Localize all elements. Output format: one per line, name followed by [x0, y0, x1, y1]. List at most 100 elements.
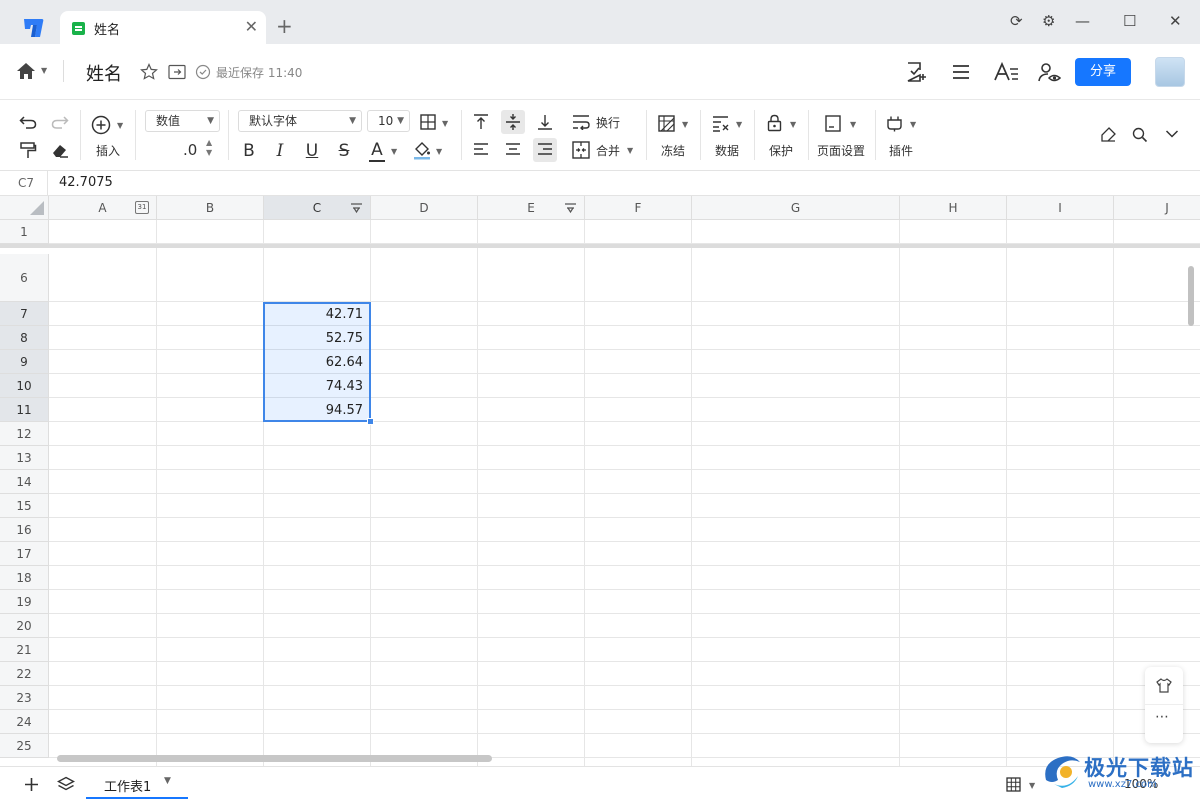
- freeze-icon[interactable]: [658, 115, 675, 132]
- cell-c7[interactable]: 42.71: [266, 307, 363, 322]
- column-header-j[interactable]: J: [1114, 196, 1200, 220]
- align-center-icon[interactable]: [505, 142, 521, 156]
- column-header-i[interactable]: I: [1007, 196, 1114, 220]
- text-format-icon[interactable]: [993, 61, 1019, 83]
- row-header-22[interactable]: 22: [0, 662, 49, 686]
- merge-label[interactable]: 合并: [596, 142, 620, 159]
- align-left-icon[interactable]: [473, 142, 489, 156]
- row-header-9[interactable]: 9: [0, 350, 49, 374]
- page-setup-label[interactable]: 页面设置: [817, 142, 865, 159]
- row-header-11[interactable]: 11: [0, 398, 49, 422]
- row-header-23[interactable]: 23: [0, 686, 49, 710]
- row-header-13[interactable]: 13: [0, 446, 49, 470]
- font-color-button[interactable]: A: [369, 140, 385, 162]
- cell-c11[interactable]: 94.57: [266, 403, 363, 418]
- column-header-b[interactable]: B: [157, 196, 264, 220]
- select-all-corner[interactable]: [0, 196, 49, 220]
- cell-c9[interactable]: 62.64: [266, 355, 363, 370]
- merge-caret-icon[interactable]: ▼: [627, 146, 633, 155]
- chevron-down-icon[interactable]: ▼: [164, 776, 171, 786]
- column-header-c[interactable]: C: [264, 196, 371, 220]
- view-caret-icon[interactable]: ▼: [1029, 781, 1035, 790]
- column-header-d[interactable]: D: [371, 196, 478, 220]
- protect-label[interactable]: 保护: [769, 142, 793, 159]
- row-header-12[interactable]: 12: [0, 422, 49, 446]
- shirt-icon[interactable]: [1156, 678, 1172, 693]
- align-right-icon[interactable]: [537, 142, 553, 156]
- row-header-8[interactable]: 8: [0, 326, 49, 350]
- bold-button[interactable]: B: [242, 141, 256, 161]
- star-icon[interactable]: [140, 63, 158, 81]
- row-header-17[interactable]: 17: [0, 542, 49, 566]
- align-bottom-icon[interactable]: [537, 113, 553, 131]
- decimal-places-label[interactable]: .0: [183, 141, 197, 159]
- maximize-button[interactable]: ☐: [1123, 12, 1136, 30]
- home-dropdown-caret-icon[interactable]: ▼: [41, 66, 47, 75]
- row-header-10[interactable]: 10: [0, 374, 49, 398]
- italic-button[interactable]: I: [273, 141, 287, 161]
- font-size-select[interactable]: 10 ▼: [367, 110, 410, 132]
- move-to-folder-icon[interactable]: [168, 64, 186, 80]
- document-tab[interactable]: 姓名 ✕: [60, 11, 266, 44]
- protect-caret-icon[interactable]: ▼: [790, 120, 796, 129]
- align-top-icon[interactable]: [473, 113, 489, 131]
- formula-input[interactable]: 42.7075: [59, 175, 113, 190]
- app-logo-icon[interactable]: [22, 16, 46, 40]
- tab-close-button[interactable]: ✕: [245, 17, 258, 36]
- insert-caret-icon[interactable]: ▼: [117, 121, 123, 130]
- insert-label[interactable]: 插入: [96, 142, 120, 159]
- search-icon[interactable]: [1132, 127, 1148, 143]
- row-header-21[interactable]: 21: [0, 638, 49, 662]
- fill-handle[interactable]: [367, 418, 374, 425]
- settings-icon[interactable]: ⚙: [1042, 12, 1055, 30]
- chevron-down-icon[interactable]: [1165, 129, 1179, 139]
- cell-c10[interactable]: 74.43: [266, 379, 363, 394]
- font-color-caret-icon[interactable]: ▼: [391, 147, 397, 156]
- document-title[interactable]: 姓名: [86, 60, 122, 86]
- add-sheet-icon[interactable]: [24, 777, 39, 792]
- font-family-select[interactable]: 默认字体 ▼: [238, 110, 362, 132]
- row-header-1[interactable]: 1: [0, 220, 49, 244]
- date-filter-calendar-icon[interactable]: 31: [135, 201, 149, 214]
- row-header-25[interactable]: 25: [0, 734, 49, 758]
- wrap-text-label[interactable]: 换行: [596, 114, 620, 131]
- fill-color-caret-icon[interactable]: ▼: [436, 147, 442, 156]
- row-header-19[interactable]: 19: [0, 590, 49, 614]
- plugin-caret-icon[interactable]: ▼: [910, 120, 916, 129]
- spreadsheet-grid[interactable]: A 31 B C D E F G H I J 1 6 7 8 9 10 11 1…: [0, 196, 1200, 766]
- more-options-icon[interactable]: ⋯: [1155, 709, 1170, 725]
- row-header-7[interactable]: 7: [0, 302, 49, 326]
- row-header-16[interactable]: 16: [0, 518, 49, 542]
- data-icon[interactable]: [712, 115, 730, 132]
- border-caret-icon[interactable]: ▼: [442, 119, 448, 128]
- fill-color-icon[interactable]: [413, 140, 431, 160]
- home-icon[interactable]: [16, 62, 36, 80]
- sync-icon[interactable]: ⟳: [1010, 12, 1023, 30]
- data-label[interactable]: 数据: [715, 142, 739, 159]
- brush-icon[interactable]: [1100, 127, 1116, 143]
- wrap-text-icon[interactable]: [572, 114, 590, 130]
- redo-icon[interactable]: [51, 114, 69, 130]
- sheet-list-icon[interactable]: [57, 776, 75, 793]
- undo-icon[interactable]: [19, 114, 37, 130]
- column-header-e[interactable]: E: [478, 196, 585, 220]
- cell-c8[interactable]: 52.75: [266, 331, 363, 346]
- row-header-20[interactable]: 20: [0, 614, 49, 638]
- menu-icon[interactable]: [951, 63, 971, 81]
- number-format-select[interactable]: 数值 ▼: [145, 110, 220, 132]
- filter-icon[interactable]: [564, 202, 577, 214]
- strikethrough-button[interactable]: S: [337, 141, 351, 161]
- avatar[interactable]: [1155, 57, 1185, 87]
- horizontal-scrollbar[interactable]: [57, 755, 492, 762]
- row-header-24[interactable]: 24: [0, 710, 49, 734]
- share-button[interactable]: 分享: [1075, 58, 1131, 86]
- plugin-label[interactable]: 插件: [889, 142, 913, 159]
- grid-view-icon[interactable]: [1006, 777, 1021, 792]
- column-header-a[interactable]: A 31: [49, 196, 157, 220]
- plugin-icon[interactable]: [886, 115, 903, 132]
- close-window-button[interactable]: ✕: [1169, 12, 1182, 30]
- align-middle-icon[interactable]: [505, 113, 521, 131]
- sheet-tab-active[interactable]: 工作表1 ▼: [86, 767, 188, 799]
- cell-reference[interactable]: C7: [18, 176, 34, 190]
- data-caret-icon[interactable]: ▼: [736, 120, 742, 129]
